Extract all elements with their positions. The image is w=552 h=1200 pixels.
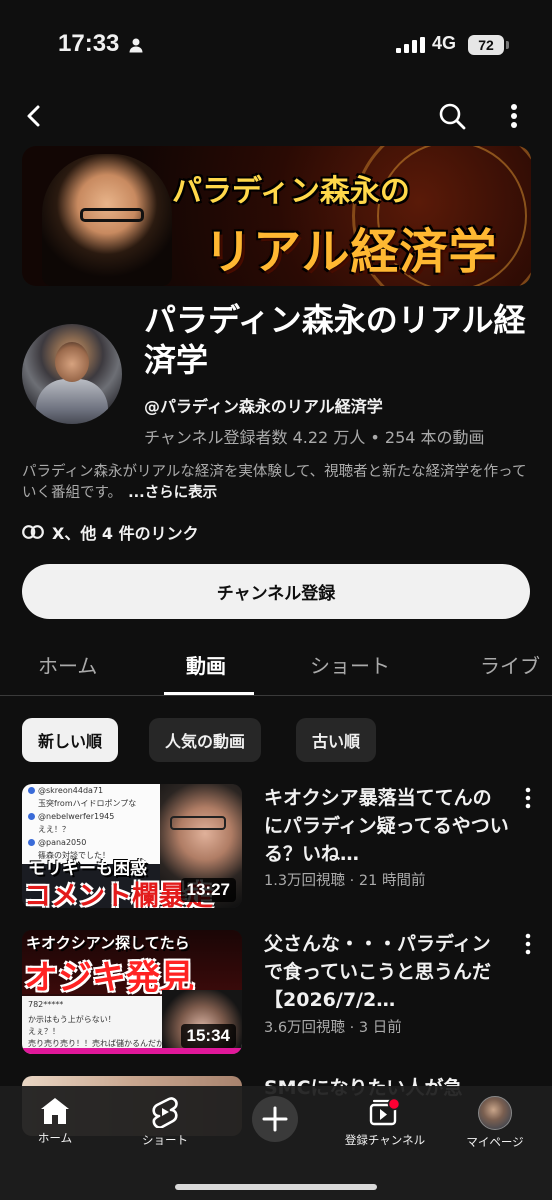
nav-subscriptions[interactable]: 登録チャンネル [330,1096,440,1148]
channel-banner: パラディン森永の リアル経済学 [22,146,531,286]
thumbnail-comment: か示はもう上がらない！ [28,1015,116,1024]
chip-newest[interactable]: 新しい順 [22,718,119,762]
home-icon [41,1098,69,1124]
chip-popular[interactable]: 人気の動画 [149,718,262,762]
tab-videos[interactable]: 動画 [186,650,226,679]
video-duration: 13:27 [180,878,236,902]
video-more-icon[interactable] [516,932,540,956]
description-text: パラディン森永がリアルな経済を実体験して、視聴者と新たな経済学を作っていく番組で… [22,464,527,501]
tab-live[interactable]: ライブ [480,650,540,679]
channel-description[interactable]: パラディン森永がリアルな経済を実体験して、視聴者と新たな経済学を作っていく番組で… [22,462,532,504]
chevron-left-icon [27,105,40,127]
avatar-head [55,342,89,382]
link-icon [22,525,44,539]
video-title[interactable]: 父さんな・・・パラディンで食っていこうと思うんだ【2026/7/2… [264,930,509,1014]
channel-tabs: ホーム 動画 ショート ライブ [0,636,552,696]
thumbnail-comment: 782***** [28,1000,64,1009]
video-more-icon[interactable] [516,786,540,810]
search-icon [439,103,466,130]
avatar-armor [36,379,108,424]
person-icon [129,38,143,53]
channel-avatar[interactable] [22,324,122,424]
status-time: 17:33 [58,30,120,57]
banner-character-glasses [80,208,144,222]
thumbnail-comments: @skreon44da71 玉突fromハイドロポンプな @nebelwerfe… [22,784,172,864]
video-meta: 1.3万回視聴 · 21 時間前 [264,873,426,889]
subscribe-button[interactable]: チャンネル登録 [22,564,530,619]
more-vert-icon [511,104,517,128]
channel-links[interactable]: X、他 4 件のリンク [22,520,199,544]
thumbnail-progress-bar [22,1048,242,1054]
tab-home[interactable]: ホーム [38,650,97,679]
nav-shorts-label: ショート [142,1133,188,1147]
more-options-button[interactable] [494,96,534,136]
thumbnail-comment: ええ！？ [38,825,70,834]
create-button[interactable] [252,1096,298,1142]
thumbnail-comment: 玉突fromハイドロポンプな [38,799,137,808]
channel-stats: チャンネル登録者数 4.22 万人 • 254 本の動画 [144,428,485,447]
video-title[interactable]: キオクシア暴落当ててんのにパラディン疑ってるやついる？いね… [264,784,509,868]
network-label: 4G [432,33,457,53]
nav-my-page[interactable]: マイページ [440,1096,550,1150]
home-indicator [175,1184,377,1190]
banner-title-line2: リアル経済学 [204,224,498,280]
shorts-icon [152,1097,178,1128]
status-bar: 17:33 4G 72 [0,0,552,90]
channel-handle: @パラディン森永のリアル経済学 [144,397,383,416]
nav-home-label: ホーム [37,1131,73,1145]
plus-icon [262,1106,288,1132]
nav-home[interactable]: ホーム [0,1096,110,1146]
back-button[interactable] [14,96,54,136]
thumbnail-comment: @skreon44da71 [38,786,104,795]
nav-subscriptions-label: 登録チャンネル [344,1133,426,1147]
thumbnail-comment: @pana2050 [38,838,87,847]
video-meta: 3.6万回視聴 · 3 日前 [264,1020,402,1036]
subscriptions-icon [369,1097,401,1126]
channel-links-label: X、他 4 件のリンク [52,524,199,543]
tab-shorts[interactable]: ショート [310,650,390,679]
user-avatar [478,1096,512,1130]
channel-title: パラディン森永のリアル経済学 [144,301,526,379]
video-thumbnail[interactable]: キオクシアン探してたら オジキ発見 782***** か示はもう上がらない！ え… [22,930,242,1054]
search-button[interactable] [432,96,472,136]
chip-oldest[interactable]: 古い順 [296,718,377,762]
battery-icon: 72 [468,35,509,55]
active-tab-indicator [164,692,254,695]
signal-icon [396,37,425,53]
thumbnail-comment: @nebelwerfer1945 [38,812,115,821]
video-duration: 15:34 [180,1024,236,1048]
show-more-link[interactable]: ...さらに表示 [128,485,217,501]
banner-title-line1: パラディン森永の [172,174,410,209]
thumbnail-person-glasses [170,816,226,830]
nav-my-page-label: マイページ [466,1135,524,1149]
thumbnail-comment: えぇ？！ [28,1027,60,1036]
nav-shorts[interactable]: ショート [110,1096,220,1148]
bottom-navigation: ホーム ショート 登録チャンネル マイページ [0,1086,552,1200]
video-thumbnail[interactable]: @skreon44da71 玉突fromハイドロポンプな @nebelwerfe… [22,784,242,908]
